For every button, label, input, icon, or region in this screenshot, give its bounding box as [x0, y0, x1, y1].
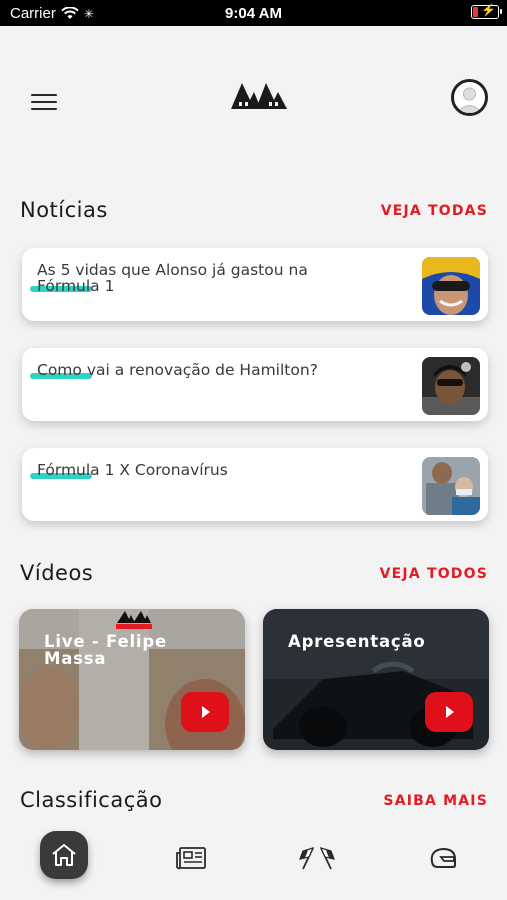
- news-headline: Fórmula 1 X Coronavírus: [37, 461, 228, 479]
- news-card[interactable]: Como vai a renovação de Hamilton?: [22, 348, 488, 421]
- nav-drivers[interactable]: [420, 835, 466, 881]
- news-see-all-link[interactable]: VEJA TODAS: [381, 203, 488, 219]
- home-icon: [52, 844, 76, 866]
- menu-button[interactable]: [31, 94, 57, 112]
- avatar-icon: [456, 87, 483, 113]
- news-thumbnail: [422, 257, 480, 315]
- news-headline: Como vai a renovação de Hamilton?: [37, 361, 318, 379]
- nav-news[interactable]: [168, 835, 214, 881]
- news-section-title: Notícias: [20, 198, 108, 222]
- status-time: 9:04 AM: [225, 5, 282, 22]
- news-card[interactable]: As 5 vidas que Alonso já gastou na Fórmu…: [22, 248, 488, 321]
- nav-home[interactable]: [40, 831, 88, 879]
- video-card[interactable]: Apresentação: [263, 609, 489, 750]
- battery-icon: ⚡: [471, 3, 502, 19]
- play-icon[interactable]: [181, 692, 229, 732]
- mm-logo: [231, 83, 287, 109]
- classification-more-link[interactable]: SAIBA MAIS: [383, 793, 488, 809]
- news-thumbnail: [422, 457, 480, 515]
- videos-see-all-link[interactable]: VEJA TODOS: [380, 566, 488, 582]
- nav-races[interactable]: [294, 835, 340, 881]
- profile-button[interactable]: [451, 79, 488, 116]
- helmet-icon: [430, 847, 456, 868]
- checkered-flags-icon: [299, 847, 335, 870]
- news-headline: As 5 vidas que Alonso já gastou na Fórmu…: [37, 261, 308, 295]
- newspaper-icon: [176, 847, 206, 870]
- bottom-nav: [0, 822, 507, 900]
- video-card[interactable]: Live - Felipe Massa: [19, 609, 245, 750]
- news-card[interactable]: Fórmula 1 X Coronavírus: [22, 448, 488, 521]
- classification-section-title: Classificação: [20, 788, 163, 812]
- play-icon[interactable]: [425, 692, 473, 732]
- hamburger-icon: [31, 94, 57, 96]
- videos-section-title: Vídeos: [20, 561, 94, 585]
- news-thumbnail: [422, 357, 480, 415]
- video-title: Live - Felipe Massa: [44, 632, 167, 668]
- video-title: Apresentação: [288, 632, 426, 651]
- status-bar: Carrier ✳ 9:04 AM ⚡: [0, 0, 507, 26]
